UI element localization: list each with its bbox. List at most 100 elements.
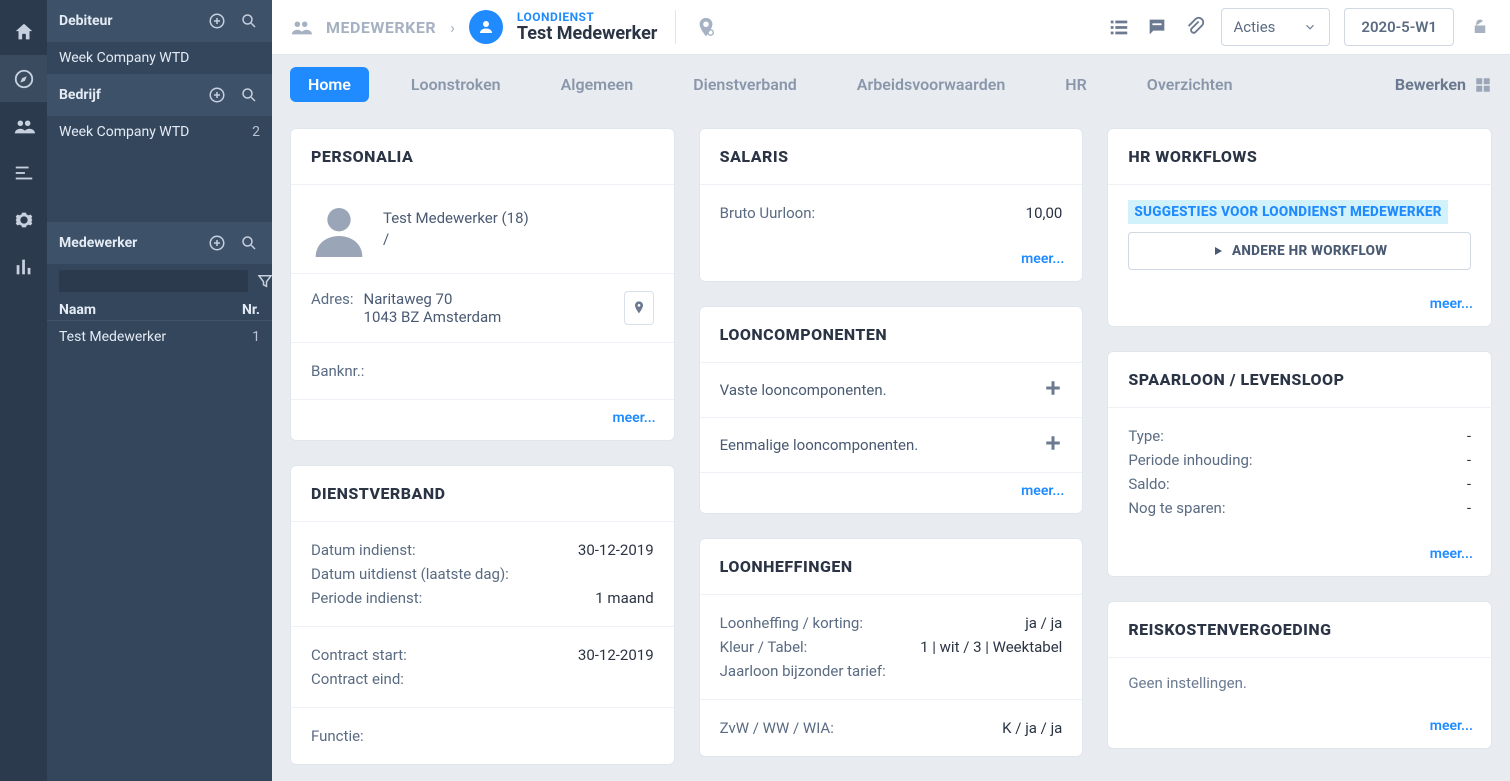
divider: [675, 10, 676, 44]
loonheffingen-body-1: Loonheffing / korting:ja / ja Kleur / Ta…: [700, 595, 1083, 700]
header-list-button[interactable]: [1107, 15, 1131, 39]
plus-circle-icon: [208, 86, 226, 104]
rail-settings[interactable]: [0, 196, 47, 243]
rail-stats[interactable]: [0, 243, 47, 290]
rail-home[interactable]: [0, 8, 47, 55]
filter-lines-icon: [13, 162, 35, 184]
section-title-bedrijf: Bedrijf: [59, 87, 101, 103]
andere-hr-workflow-label: ANDERE HR WORKFLOW: [1232, 243, 1387, 259]
medewerker-item[interactable]: Test Medewerker 1: [47, 321, 272, 353]
breadcrumb-name: Test Medewerker: [517, 24, 658, 44]
spaarloon-periode-value: -: [1467, 451, 1471, 469]
add-eenmalige-button[interactable]: [1044, 434, 1062, 456]
debiteur-item-name: Week Company WTD: [59, 50, 189, 66]
header-attach-button[interactable]: [1183, 15, 1207, 39]
spaarloon-more-link[interactable]: meer...: [1430, 546, 1473, 562]
header: MEDEWERKER › LOONDIENST Test Medewerker …: [272, 0, 1510, 55]
kleur-label: Kleur / Tabel:: [720, 638, 808, 656]
tabs-bar: Home Loonstroken Algemeen Dienstverband …: [272, 55, 1510, 102]
looncomponenten-more-link[interactable]: meer...: [1021, 483, 1064, 499]
col-nr: Nr.: [242, 302, 260, 318]
card-title-spaarloon: SPAARLOON / LEVENSLOOP: [1128, 370, 1471, 389]
home-icon: [13, 21, 35, 43]
person-icon: [477, 18, 495, 36]
add-vaste-button[interactable]: [1044, 379, 1062, 401]
card-title-dienstverband: DIENSTVERBAND: [311, 484, 654, 503]
medewerker-item-nr: 1: [252, 329, 260, 345]
action-dropdown[interactable]: Acties: [1221, 8, 1331, 46]
dienstverband-dates-section: Datum indienst:30-12-2019 Datum uitdiens…: [291, 522, 674, 627]
person-avatar-icon: [311, 201, 367, 257]
medewerker-filter-input[interactable]: [59, 270, 248, 292]
tab-home[interactable]: Home: [290, 67, 369, 102]
card-title-salaris: SALARIS: [720, 147, 1063, 166]
card-title-reiskosten: REISKOSTENVERGOEDING: [1128, 620, 1471, 639]
add-medewerker-button[interactable]: [206, 232, 228, 254]
search-medewerker-button[interactable]: [238, 232, 260, 254]
plus-icon: [1044, 379, 1062, 397]
personalia-more-link[interactable]: meer...: [612, 410, 655, 426]
tab-loonstroken[interactable]: Loonstroken: [393, 67, 519, 102]
hr-suggestion-pill: SUGGESTIES VOOR LOONDIENST MEDEWERKER: [1128, 200, 1447, 224]
map-pin-button[interactable]: [624, 291, 654, 325]
card-dienstverband: DIENSTVERBAND Datum indienst:30-12-2019 …: [290, 465, 675, 765]
search-bedrijf-button[interactable]: [238, 84, 260, 106]
location-icon-button[interactable]: [694, 15, 718, 39]
dashboard-col-1: PERSONALIA Test Medewerker (18) /: [290, 128, 675, 765]
kleur-value: 1 | wit / 3 | Weektabel: [920, 638, 1062, 656]
periode-indienst-label: Periode indienst:: [311, 589, 422, 607]
card-title-looncomponenten: LOONCOMPONENTEN: [720, 325, 1063, 344]
zvw-value: K / ja / ja: [1002, 719, 1062, 737]
card-looncomponenten: LOONCOMPONENTEN Vaste looncomponenten. E…: [699, 306, 1084, 514]
search-debiteur-button[interactable]: [238, 10, 260, 32]
spaarloon-type-label: Type:: [1128, 427, 1164, 445]
spaarloon-type-value: -: [1467, 427, 1471, 445]
reiskosten-more-link[interactable]: meer...: [1430, 718, 1473, 734]
vaste-looncomponenten-section: Vaste looncomponenten.: [700, 363, 1083, 418]
header-lock-button[interactable]: [1468, 15, 1492, 39]
avatar: [469, 10, 503, 44]
bewerken-button[interactable]: Bewerken: [1395, 75, 1492, 94]
salaris-more-link[interactable]: meer...: [1021, 251, 1064, 267]
chevron-down-icon: [1303, 20, 1317, 34]
datum-uitdienst-label: Datum uitdienst (laatste dag):: [311, 565, 509, 583]
zvw-label: ZvW / WW / WIA:: [720, 719, 834, 737]
add-bedrijf-button[interactable]: [206, 84, 228, 106]
chevron-right-icon: ›: [450, 18, 455, 37]
jaarloon-label: Jaarloon bijzonder tarief:: [720, 662, 886, 680]
period-box[interactable]: 2020-5-W1: [1344, 8, 1454, 46]
tab-hr[interactable]: HR: [1047, 67, 1105, 102]
hrworkflows-more-link[interactable]: meer...: [1430, 296, 1473, 312]
card-salaris: SALARIS Bruto Uurloon:10,00 meer...: [699, 128, 1084, 282]
rail-filter[interactable]: [0, 149, 47, 196]
bedrijf-item[interactable]: Week Company WTD 2: [47, 116, 272, 148]
medewerker-table-header: Naam Nr.: [47, 298, 272, 321]
tab-algemeen[interactable]: Algemeen: [543, 67, 652, 102]
add-debiteur-button[interactable]: [206, 10, 228, 32]
card-personalia: PERSONALIA Test Medewerker (18) /: [290, 128, 675, 441]
tab-dienstverband[interactable]: Dienstverband: [675, 67, 815, 102]
loonheffing-value: ja / ja: [1025, 614, 1062, 632]
dienstverband-functie-section: Functie:: [291, 708, 674, 764]
medewerker-filter-row: [47, 264, 272, 298]
andere-hr-workflow-button[interactable]: ANDERE HR WORKFLOW: [1128, 232, 1471, 270]
header-chat-button[interactable]: [1145, 15, 1169, 39]
personalia-slash: /: [383, 229, 529, 250]
contract-eind-label: Contract eind:: [311, 670, 404, 688]
map-pin-icon: [631, 300, 647, 316]
tab-overzichten[interactable]: Overzichten: [1129, 67, 1251, 102]
dashboard-col-2: SALARIS Bruto Uurloon:10,00 meer... LOON…: [699, 128, 1084, 757]
breadcrumb-root[interactable]: MEDEWERKER: [326, 18, 436, 37]
rail-people[interactable]: [0, 102, 47, 149]
address-line2: 1043 BZ Amsterdam: [364, 308, 502, 326]
people-icon: [290, 16, 312, 38]
spaarloon-nog-value: -: [1467, 499, 1471, 517]
debiteur-item[interactable]: Week Company WTD: [47, 42, 272, 74]
card-title-hrworkflows: HR WORKFLOWS: [1128, 147, 1471, 166]
paperclip-icon: [1184, 16, 1206, 38]
main: MEDEWERKER › LOONDIENST Test Medewerker …: [272, 0, 1510, 781]
tab-arbeidsvoorwaarden[interactable]: Arbeidsvoorwaarden: [839, 67, 1024, 102]
rail-compass[interactable]: [0, 55, 47, 102]
dashboard-col-3: HR WORKFLOWS SUGGESTIES VOOR LOONDIENST …: [1107, 128, 1492, 749]
eenmalige-looncomponenten-label: Eenmalige looncomponenten.: [720, 436, 919, 454]
